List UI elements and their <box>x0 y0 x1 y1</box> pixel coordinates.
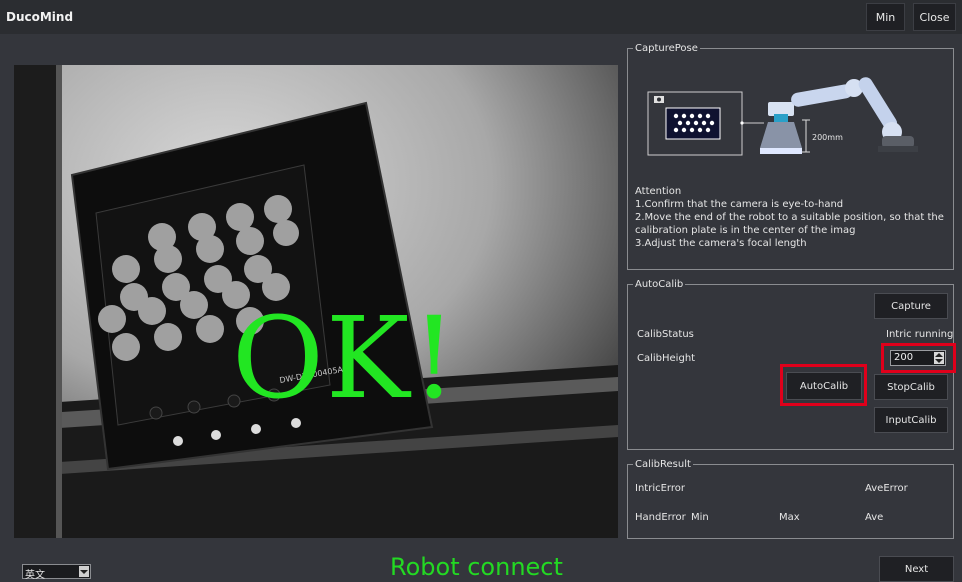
stopcalib-button[interactable]: StopCalib <box>874 374 948 400</box>
attention-step-2: 2.Move the end of the robot to a suitabl… <box>635 212 944 223</box>
ave-error-label: AveError <box>865 483 908 494</box>
hand-error-min-label: Min <box>691 512 709 523</box>
spin-arrows[interactable] <box>934 352 944 364</box>
inputcalib-button[interactable]: InputCalib <box>874 407 948 433</box>
attention-step-1: 1.Confirm that the camera is eye-to-hand <box>635 199 844 210</box>
close-button[interactable]: Close <box>913 3 956 31</box>
robot-connection-status: Robot connect <box>390 553 563 581</box>
attention-step-2-cont: calibration plate is in the center of th… <box>635 225 856 236</box>
calib-height-spinbox[interactable]: 200 <box>890 350 946 366</box>
title-bar: DucoMind Min Close <box>0 0 962 34</box>
dropdown-arrow-icon[interactable] <box>79 566 89 577</box>
language-value: 英文 <box>25 570 45 581</box>
hand-error-ave-label: Ave <box>865 512 884 523</box>
calib-height-label: CalibHeight <box>637 353 696 364</box>
capture-button[interactable]: Capture <box>874 293 948 319</box>
hand-error-label: HandError <box>635 512 686 523</box>
calib-status-label: CalibStatus <box>637 329 694 340</box>
calib-result-title: CalibResult <box>635 459 691 470</box>
attention-step-3: 3.Adjust the camera's focal length <box>635 238 807 249</box>
autocalib-button[interactable]: AutoCalib <box>786 372 862 400</box>
camera-view: DW-DB200405A OK! <box>14 65 618 538</box>
distance-label: 200mm <box>812 133 843 142</box>
language-select[interactable]: 英文 <box>22 564 91 581</box>
intric-error-label: IntricError <box>635 483 685 494</box>
spin-up-icon[interactable] <box>935 353 943 357</box>
minimize-button[interactable]: Min <box>866 3 905 31</box>
calibration-ok-overlay: OK! <box>232 294 459 424</box>
spin-down-icon[interactable] <box>935 359 943 363</box>
auto-calib-title: AutoCalib <box>635 279 684 290</box>
calib-height-value: 200 <box>894 352 914 363</box>
capture-pose-title: CapturePose <box>635 43 698 54</box>
calib-status-value: Intric running <box>886 329 954 340</box>
capture-pose-diagram: 200mm <box>647 77 918 156</box>
attention-heading: Attention <box>635 186 682 197</box>
hand-error-max-label: Max <box>779 512 800 523</box>
calib-result-group: CalibResult <box>627 459 954 539</box>
camera-icon <box>654 96 664 103</box>
app-title: DucoMind <box>6 10 74 24</box>
next-button[interactable]: Next <box>879 556 954 582</box>
